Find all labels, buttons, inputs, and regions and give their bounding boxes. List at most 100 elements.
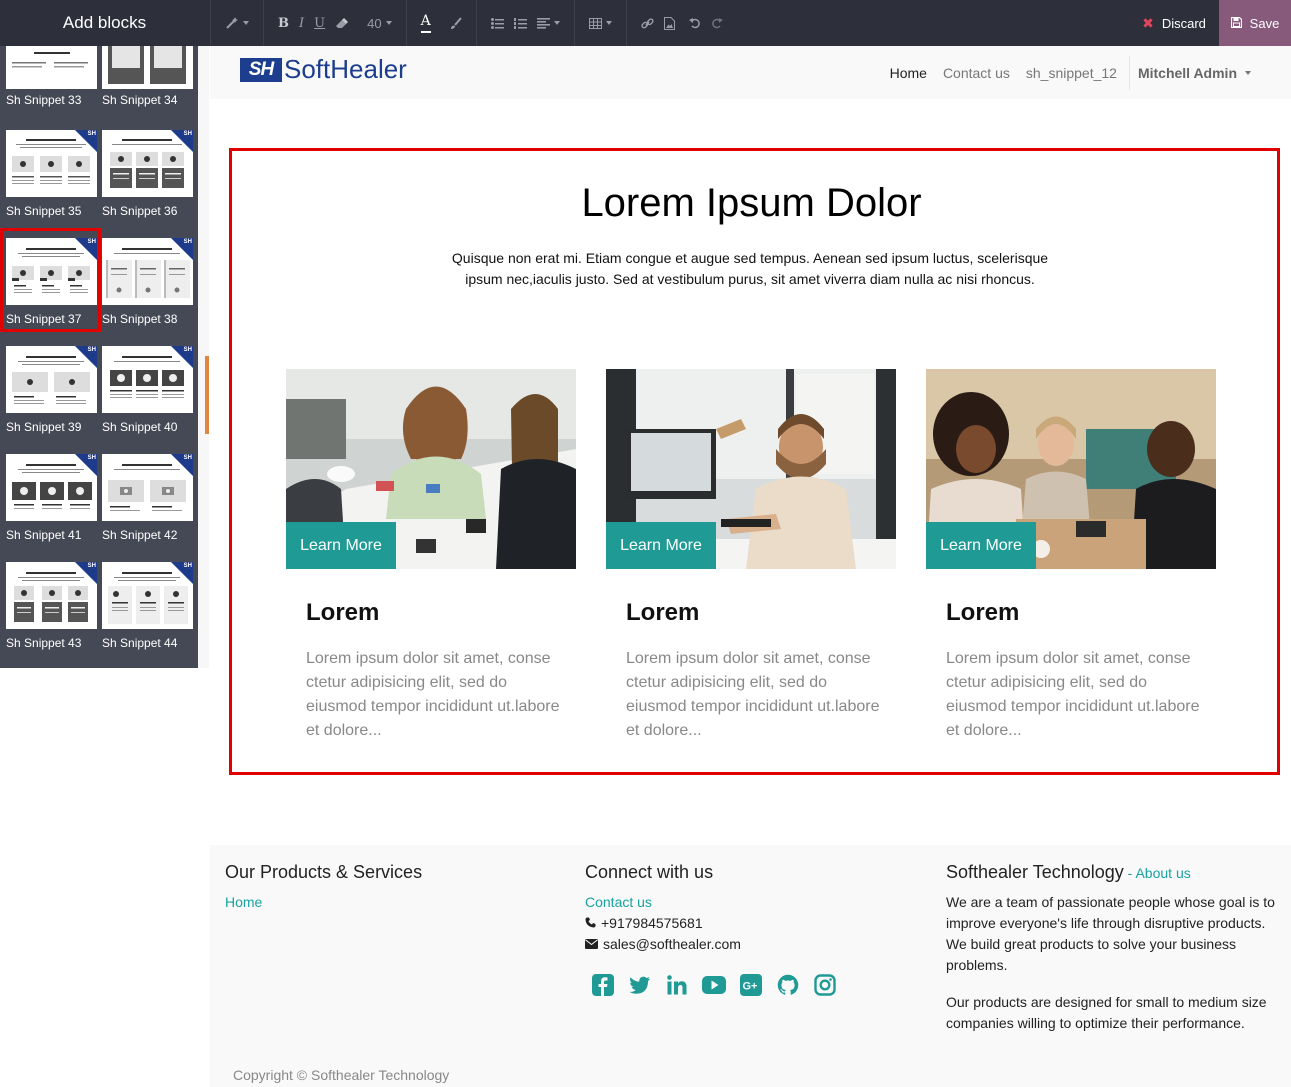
snippet-thumbnail: SH (6, 346, 97, 413)
youtube-icon[interactable] (701, 972, 727, 998)
numbered-list-icon[interactable] (509, 0, 532, 46)
italic-icon[interactable]: I (294, 0, 309, 46)
card-title: Lorem (306, 599, 380, 626)
envelope-icon (585, 934, 598, 955)
discard-label: Discard (1161, 15, 1206, 31)
facebook-icon[interactable] (590, 972, 616, 998)
google-plus-icon[interactable]: G+ (738, 972, 764, 998)
company-description-2: Our products are designed for small to m… (946, 994, 1267, 1031)
font-color-icon[interactable]: A (416, 0, 436, 46)
snippet-thumbnail: SH (102, 130, 193, 197)
twitter-icon[interactable] (627, 972, 653, 998)
snippet-label: Sh Snippet 43 (6, 636, 82, 650)
close-icon: ✖ (1142, 14, 1154, 31)
company-description: We are a team of passionate people whose… (946, 894, 1275, 973)
snippet-thumbnail: SH (6, 562, 97, 629)
email-address: sales@softhealer.com (603, 936, 741, 952)
logo-text: SoftHealer (284, 54, 407, 84)
snippet-thumbnail (102, 46, 193, 89)
instagram-icon[interactable] (812, 972, 838, 998)
card-title: Lorem (946, 599, 1020, 626)
user-name: Mitchell Admin (1137, 64, 1237, 81)
footer-phone: +917984575681 (585, 913, 703, 934)
snippet-thumbnail: SH (102, 454, 193, 521)
card-title: Lorem (626, 599, 700, 626)
snippet-label: Sh Snippet 39 (6, 420, 82, 434)
panel-title: Add blocks (62, 13, 147, 32)
nav-contact-us[interactable]: Contact us (935, 65, 1018, 81)
insert-group (573, 0, 626, 46)
link-icon[interactable] (636, 0, 659, 46)
redo-icon[interactable] (706, 0, 728, 46)
save-button[interactable]: Save (1219, 0, 1291, 46)
company-name: Softhealer Technology (946, 862, 1124, 882)
save-label: Save (1249, 15, 1280, 31)
snippet-panel: Sh Snippet 33 Sh Snippet 34 SH Sh Snippe… (0, 46, 209, 668)
editor-topbar: Add blocks B I U 40 A ✖ Discard Save (0, 0, 1291, 46)
sidebar-scrollbar-thumb[interactable] (205, 356, 209, 434)
github-icon[interactable] (775, 972, 801, 998)
snippet-label: Sh Snippet 38 (102, 312, 178, 326)
card-text: Lorem ipsum dolor sit amet, conse ctetur… (626, 650, 880, 739)
discard-button[interactable]: ✖ Discard (1129, 0, 1219, 46)
logo-mark: SH (240, 57, 282, 82)
about-us-link[interactable]: About us (1135, 865, 1190, 881)
learn-more-button[interactable]: Learn More (286, 522, 396, 569)
style-group (210, 0, 263, 46)
snippet-thumbnail: SH (6, 454, 97, 521)
social-links: G+ (590, 972, 838, 998)
footer-connect-title: Connect with us (585, 862, 714, 882)
magic-wand-icon[interactable] (220, 0, 254, 46)
softhealer-logo[interactable]: SH SoftHealer (240, 54, 407, 85)
underline-icon[interactable]: U (309, 0, 330, 46)
footer-home-link[interactable]: Home (225, 894, 262, 910)
undo-icon[interactable] (684, 0, 706, 46)
snippet-thumbnail (6, 46, 97, 89)
main-nav: Home Contact us sh_snippet_12 Mitchell A… (882, 46, 1291, 99)
site-footer: Our Products & Services Home Connect wit… (210, 845, 1291, 1087)
image-file-icon[interactable] (659, 0, 680, 46)
selected-snippet-highlight (0, 228, 101, 332)
linkedin-icon[interactable] (664, 972, 690, 998)
site-header: SH SoftHealer Home Contact us sh_snippet… (210, 46, 1291, 99)
snippet-label: Sh Snippet 41 (6, 528, 82, 542)
snippet-label: Sh Snippet 34 (102, 93, 178, 107)
snippet-label: Sh Snippet 35 (6, 204, 82, 218)
chevron-down-icon (1245, 70, 1251, 75)
snippet-label: Sh Snippet 40 (102, 420, 178, 434)
snippet-thumbnail: SH (102, 562, 193, 629)
nav-home[interactable]: Home (882, 65, 935, 81)
copyright: Copyright © Softhealer Technology (233, 1067, 450, 1083)
bold-icon[interactable]: B (273, 0, 294, 46)
user-menu[interactable]: Mitchell Admin (1128, 55, 1291, 90)
color-group: A (405, 0, 476, 46)
snippet-label: Sh Snippet 36 (102, 204, 178, 218)
card-text: Lorem ipsum dolor sit amet, conse ctetur… (946, 650, 1200, 739)
svg-text:G+: G+ (743, 981, 758, 993)
table-icon[interactable] (584, 0, 617, 46)
format-group: B I U 40 (263, 0, 406, 46)
footer-email: sales@softhealer.com (585, 934, 741, 955)
learn-more-button[interactable]: Learn More (926, 522, 1036, 569)
card-text: Lorem ipsum dolor sit amet, conse ctetur… (306, 650, 560, 739)
eraser-icon[interactable] (330, 0, 354, 46)
bullet-list-icon[interactable] (486, 0, 509, 46)
learn-more-button[interactable]: Learn More (606, 522, 716, 569)
snippet-thumbnail: SH (102, 346, 193, 413)
snippet-label: Sh Snippet 33 (6, 93, 82, 107)
snippet-label: Sh Snippet 44 (102, 636, 178, 650)
footer-contact-link[interactable]: Contact us (585, 894, 652, 910)
brush-icon[interactable] (444, 0, 467, 46)
phone-icon (585, 913, 596, 934)
media-group (625, 0, 737, 46)
nav-sh-snippet-12[interactable]: sh_snippet_12 (1018, 65, 1125, 81)
footer-products-title: Our Products & Services (225, 862, 423, 882)
align-icon[interactable] (532, 0, 565, 46)
phone-number: +917984575681 (601, 915, 703, 931)
font-size-value: 40 (367, 15, 382, 31)
editor-toolbar: B I U 40 A (210, 0, 737, 46)
snippet-thumbnail: SH (6, 130, 97, 197)
snippet-thumbnail: SH (102, 238, 193, 305)
font-size-dropdown[interactable]: 40 (362, 0, 396, 46)
title-separator: - (1123, 865, 1136, 881)
